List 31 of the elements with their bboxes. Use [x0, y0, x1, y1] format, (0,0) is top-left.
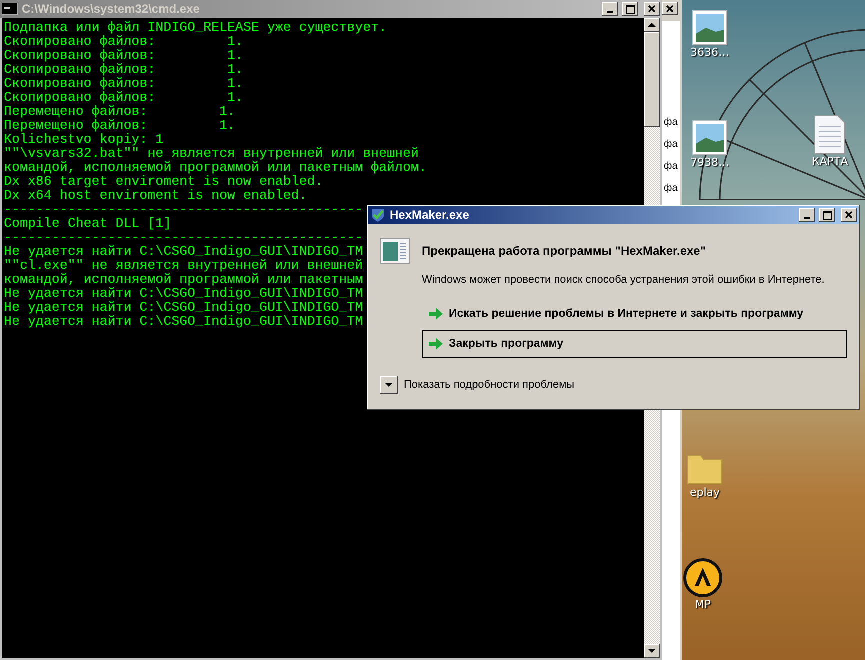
console-line: командой, исполняемой программой или пакетным	[4, 273, 364, 287]
console-line: Не удается найти C:\CSGO_Indigo_GUI\INDIGO_TM	[4, 287, 364, 301]
console-line: ""cl.exe"" не является внутренней или внешней	[4, 259, 364, 273]
console-line: Dx x86 target enviroment is now enabled.	[4, 175, 324, 189]
console-line: Не удается найти C:\CSGO_Indigo_GUI\INDIGO_TM	[4, 315, 364, 329]
file-row-text: фа	[664, 182, 678, 196]
dialog-title: HexMaker.exe	[390, 208, 470, 222]
console-line: Скопировано файлов: 1.	[4, 63, 244, 77]
file-row-text: фа	[664, 160, 678, 174]
console-line: Перемещено файлов: 1.	[4, 119, 236, 133]
console-line: Скопировано файлов: 1.	[4, 77, 244, 91]
details-label: Показать подробности проблемы	[404, 379, 575, 391]
console-line: Перемещено файлов: 1.	[4, 105, 236, 119]
console-line: ---------------------------------------------	[4, 231, 364, 245]
console-line: Kolichestvo kopiy: 1	[4, 133, 164, 147]
file-row-text: фа	[664, 138, 678, 152]
console-line: ""\vsvars32.bat"" не является внутренней или внешней	[4, 147, 419, 161]
console-line: Скопировано файлов: 1.	[4, 35, 244, 49]
console-line: Не удается найти C:\CSGO_Indigo_GUI\INDIGO_TM	[4, 245, 364, 259]
dialog-heading: Прекращена работа программы "HexMaker.exe"	[422, 244, 706, 258]
console-line: Compile Cheat DLL [1]	[4, 217, 172, 231]
console-line: Скопировано файлов: 1.	[4, 91, 244, 105]
console-line: Не удается найти C:\CSGO_Indigo_GUI\INDIGO_TM	[4, 301, 364, 315]
console-line: ---------------------------------------------	[4, 203, 364, 217]
file-row-text: фа	[664, 116, 678, 130]
console-line: Dx x64 host enviroment is now enabled.	[4, 189, 308, 203]
dialog-message: Windows может провести поиск способа устранения этой ошибки в Интернете.	[422, 274, 826, 286]
console-line: Подпапка или файл INDIGO_RELEASE уже существует.	[4, 21, 388, 35]
console-line: Скопировано файлов: 1.	[4, 49, 244, 63]
console-line: командой, исполняемой программой или пакетным файлом.	[4, 161, 427, 175]
window-title: C:\Windows\system32\cmd.exe	[22, 2, 201, 16]
